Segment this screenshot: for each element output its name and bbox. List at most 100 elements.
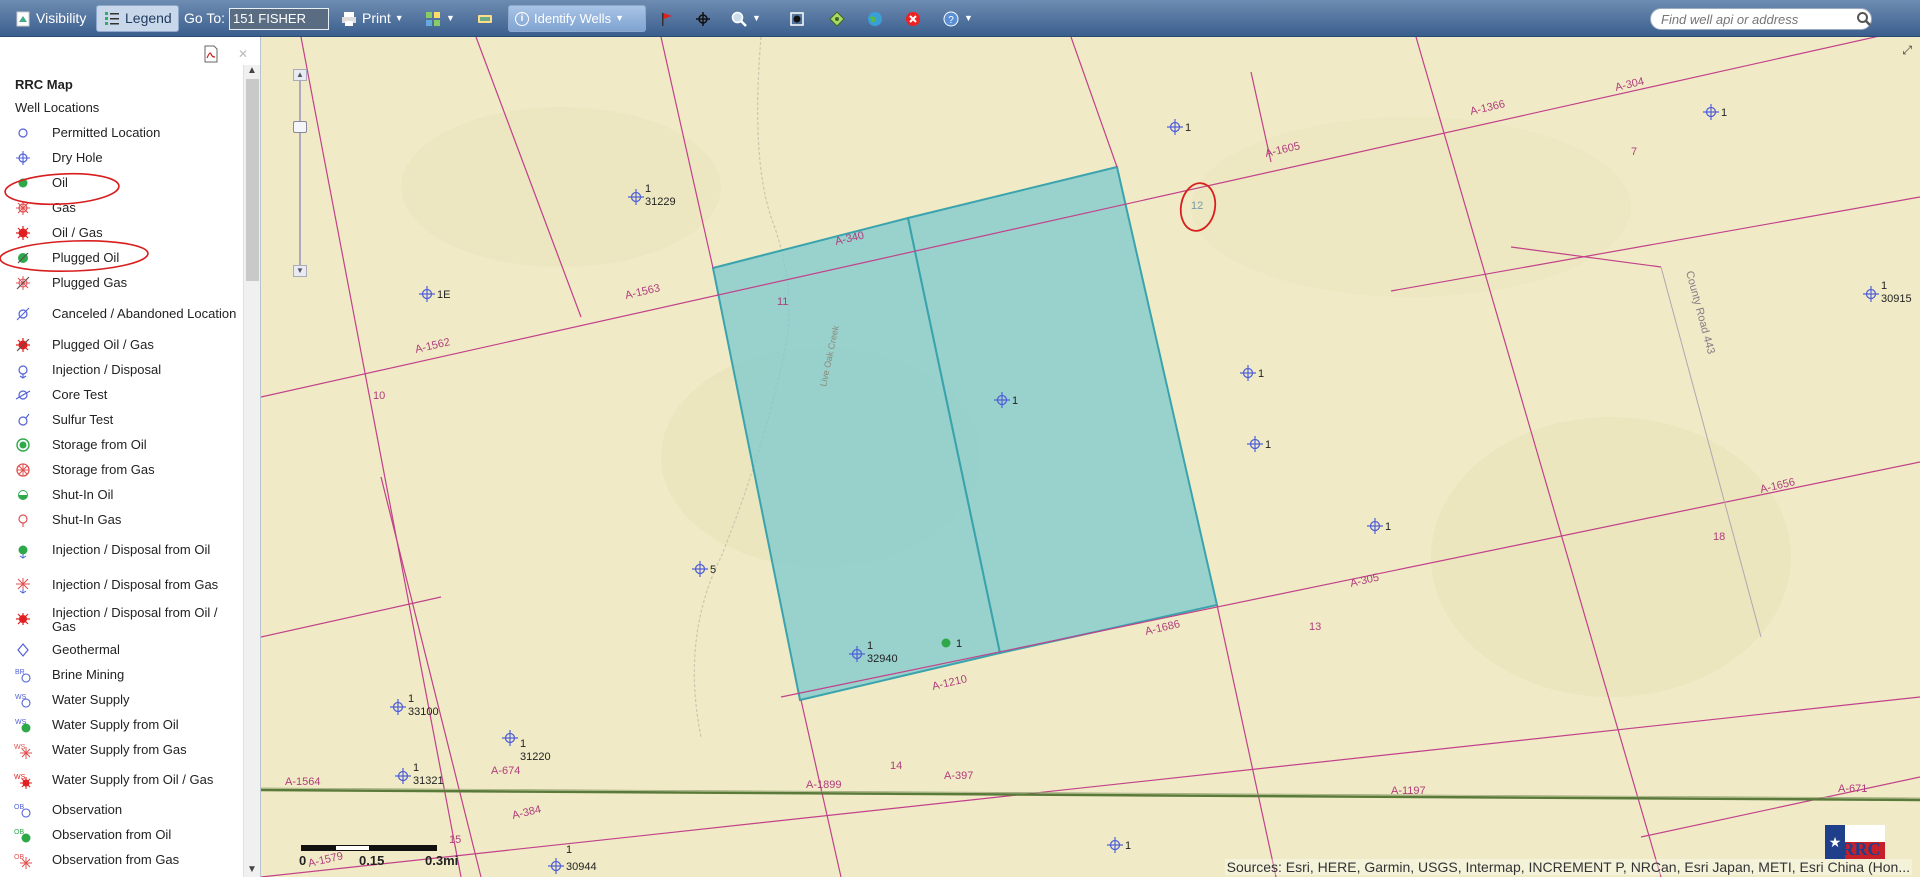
well-number: 33100 (408, 706, 439, 718)
search-icon[interactable] (1856, 11, 1872, 27)
legend-item: Storage from Oil (0, 432, 244, 457)
legend-symbol-icon (14, 511, 32, 529)
survey-label-a1564: A-1564 (285, 776, 320, 788)
legend-item: Gas (0, 195, 244, 220)
toolbar: Visibility Legend Go To: Print ▼ ▼ i Ide… (0, 0, 1920, 37)
map-canvas[interactable]: A-304 A-1366 A-1605 A-340 A-1563 A-1562 … (261, 37, 1920, 877)
survey-label-a384: A-384 (511, 804, 542, 822)
legend-item-label: Water Supply from Oil / Gas (52, 771, 214, 787)
well-symbol (1106, 836, 1124, 854)
scroll-down-icon[interactable]: ▼ (247, 864, 257, 875)
chevron-down-icon: ▼ (964, 13, 973, 23)
survey-label-a305: A-305 (1349, 572, 1380, 590)
survey-label-a1210: A-1210 (931, 673, 968, 693)
well-label: 1E (437, 289, 450, 301)
search-input[interactable] (1650, 8, 1872, 30)
globe-button[interactable] (860, 5, 894, 32)
legend-item: Shut-In Oil (0, 482, 244, 507)
legend-label: Legend (125, 10, 172, 26)
well-symbol (547, 857, 565, 875)
well-symbol (1862, 285, 1880, 303)
well-label: 1 (1385, 521, 1391, 533)
locate-button[interactable] (822, 5, 856, 32)
expand-icon[interactable]: ⤢ (1902, 43, 1912, 58)
well-label: 1 (1881, 280, 1887, 292)
layers-icon (478, 14, 492, 23)
well-label: 1 (1265, 439, 1271, 451)
legend-symbol-icon (14, 486, 32, 504)
flag-icon (662, 12, 672, 26)
legend-symbol-icon (14, 641, 32, 659)
legend-item-label: Dry Hole (52, 149, 103, 165)
survey-label-a1197: A-1197 (1391, 785, 1426, 797)
print-button[interactable]: Print ▼ (334, 5, 410, 32)
scroll-thumb[interactable] (246, 79, 259, 281)
legend-symbol-icon (14, 149, 32, 167)
scale-bar: 0 0.15 0.3mi (299, 845, 471, 868)
zoom-handle[interactable] (293, 121, 307, 133)
zoom-out-icon[interactable]: ▼ (293, 265, 307, 277)
svg-text:?: ? (948, 15, 954, 26)
legend-item: Sulfur Test (0, 407, 244, 432)
legend-item-label: Oil (52, 174, 68, 190)
chevron-down-icon: ▼ (615, 13, 624, 23)
svg-text:RRC: RRC (1842, 839, 1881, 859)
legend-item-label: Observation (52, 801, 123, 817)
close-panel-icon[interactable]: ✕ (238, 47, 248, 61)
legend-item: OBObservation from Oil / ... (0, 872, 244, 877)
clear-button[interactable] (898, 5, 932, 32)
survey-label-a1656: A-1656 (1759, 476, 1796, 496)
legend-symbol-icon (14, 249, 32, 267)
zoom-button[interactable]: ▼ (724, 5, 767, 32)
legend-scrollbar[interactable]: ▲ ▼ (243, 65, 260, 877)
well-label: 1 (1185, 122, 1191, 134)
legend-symbol-icon: WS (14, 771, 32, 789)
basemap-button[interactable]: ▼ (418, 5, 461, 32)
well-symbol (1166, 118, 1184, 136)
help-button[interactable]: ? ▼ (936, 5, 979, 32)
flag-button[interactable] (652, 5, 686, 32)
zoom-slider[interactable]: ▲ ▼ (293, 69, 307, 279)
chevron-down-icon: ▼ (446, 13, 455, 23)
legend-item-label: Shut-In Gas (52, 511, 122, 527)
well-number: 30944 (566, 861, 597, 873)
well-label: 1 (413, 762, 419, 774)
scroll-up-icon[interactable]: ▲ (247, 65, 257, 76)
well-label: 1 (1012, 395, 1018, 407)
zoom-in-icon[interactable]: ▲ (293, 69, 307, 81)
legend-item: BR Brine Mining (0, 662, 244, 687)
legend-item: Injection / Disposal from Oil (0, 532, 244, 567)
legend-symbol-icon: WS (14, 716, 32, 734)
legend-item: OB Observation from Oil (0, 822, 244, 847)
survey-label-a1562: A-1562 (414, 336, 451, 356)
legend-item-label: Injection / Disposal from Oil / Gas (52, 604, 218, 634)
map-svg[interactable]: A-304 A-1366 A-1605 A-340 A-1563 A-1562 … (261, 37, 1920, 877)
legend-item-label: Core Test (52, 386, 108, 402)
legend-item-label: Observation from Gas (52, 851, 180, 867)
well-symbol (501, 729, 519, 747)
identify-wells-button[interactable]: i Identify Wells ▼ (508, 5, 646, 32)
magnifier-icon (731, 11, 747, 27)
legend-symbol-icon (14, 576, 32, 594)
railroad-line (261, 788, 1920, 802)
help-icon: ? (943, 11, 959, 26)
legend-button[interactable]: Legend (96, 5, 179, 32)
map-attribution: Sources: Esri, HERE, Garmin, USGS, Inter… (1224, 859, 1912, 875)
legend-symbol-icon (14, 461, 32, 479)
legend-item: Injection / Disposal from Oil / Gas (0, 602, 244, 637)
layers-button[interactable] (470, 5, 504, 32)
legend-item: WS Water Supply (0, 687, 244, 712)
full-extent-button[interactable] (782, 5, 816, 32)
scale-label-zero: 0 (299, 853, 307, 868)
legend-item-label: Plugged Oil (52, 249, 120, 265)
legend-title: RRC Map (15, 77, 73, 92)
pdf-icon[interactable] (203, 45, 219, 63)
legend-item-label: Geothermal (52, 641, 120, 657)
legend-symbol-icon: WS (14, 691, 32, 709)
chevron-down-icon: ▼ (752, 13, 761, 23)
visibility-button[interactable]: Visibility (8, 5, 92, 32)
section-label-13: 13 (1309, 621, 1321, 633)
pan-button[interactable] (688, 5, 722, 32)
locate-diamond-icon (829, 10, 845, 27)
goto-input[interactable] (229, 7, 329, 30)
